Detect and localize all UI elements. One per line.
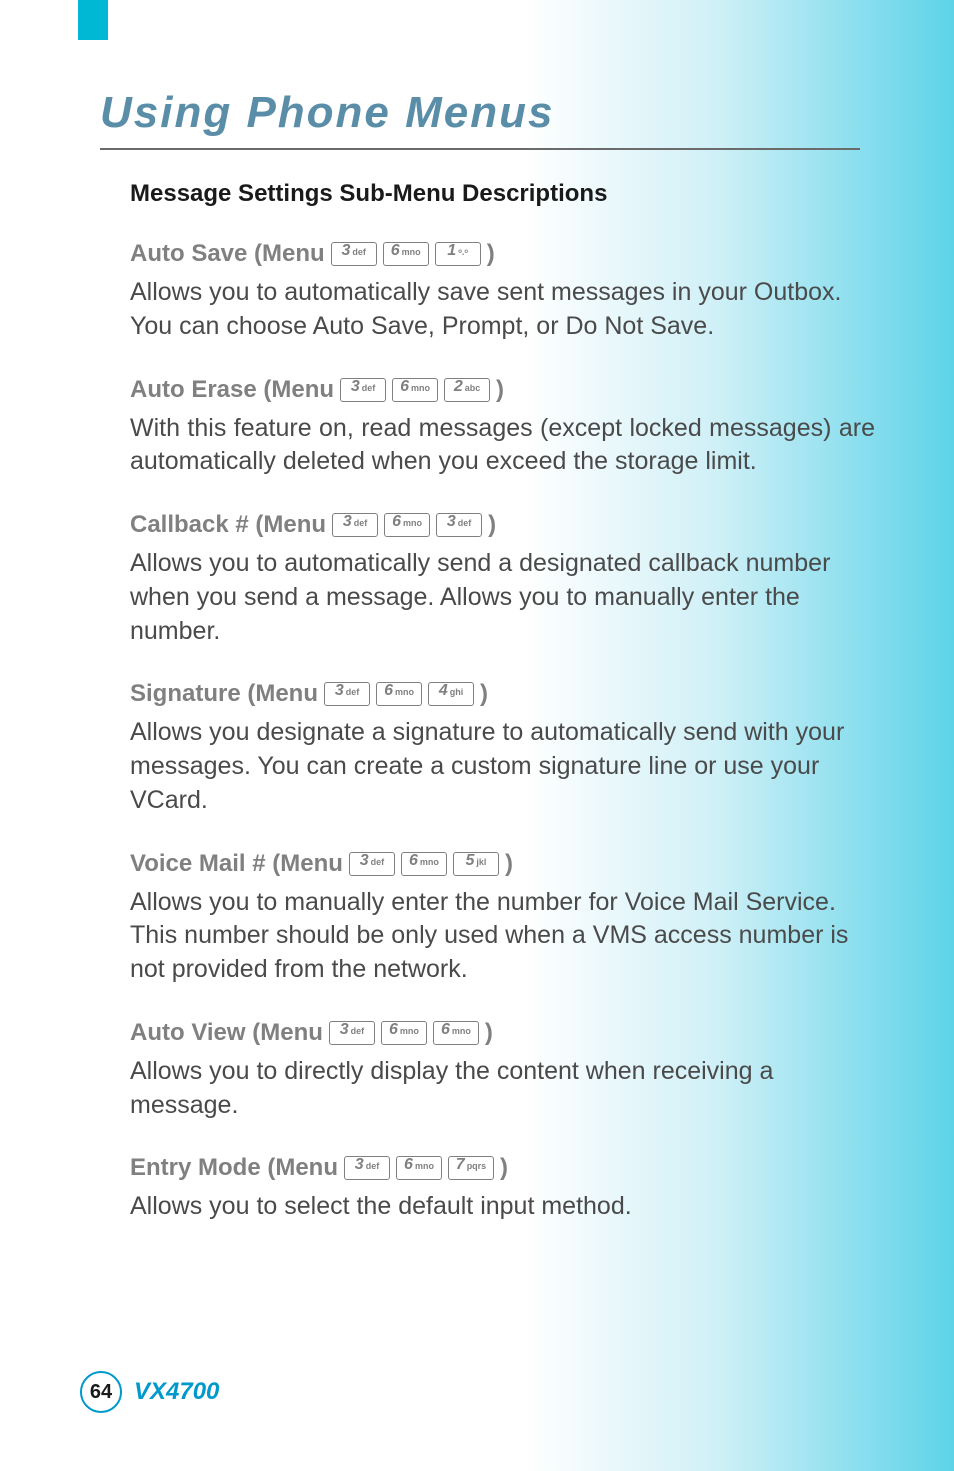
subheading-label: Auto View (Menu [130, 1019, 323, 1047]
phone-key: 3def [331, 242, 377, 266]
body-text: With this feature on, read messages (exc… [130, 412, 875, 480]
phone-key: 6mno [384, 513, 430, 537]
subheading-label: Auto Save (Menu [130, 240, 325, 268]
body-text: Allows you to select the default input m… [130, 1190, 875, 1224]
footer: 64 VX4700 [80, 1371, 219, 1413]
content-area: Message Settings Sub-Menu Descriptions A… [130, 180, 875, 1224]
phone-key: 2abc [444, 378, 490, 402]
phone-key: 3def [340, 378, 386, 402]
subheading-signature: Signature (Menu 3def 6mno 4ghi ) [130, 680, 875, 708]
phone-key: 5jkl [453, 852, 499, 876]
subheading-auto-erase: Auto Erase (Menu 3def 6mno 2abc ) [130, 376, 875, 404]
phone-key: 6mno [392, 378, 438, 402]
close-paren: ) [500, 1154, 508, 1182]
close-paren: ) [480, 680, 488, 708]
subheading-auto-view: Auto View (Menu 3def 6mno 6mno ) [130, 1019, 875, 1047]
key-sequence: 3def 6mno 7pqrs [344, 1156, 494, 1180]
phone-key: 6mno [401, 852, 447, 876]
subheading-voice-mail: Voice Mail # (Menu 3def 6mno 5jkl ) [130, 850, 875, 878]
phone-key: 3def [344, 1156, 390, 1180]
phone-key: 7pqrs [448, 1156, 494, 1180]
subheading-label: Callback # (Menu [130, 511, 326, 539]
key-sequence: 3def 6mno 1ᵒ.ᵒ [331, 242, 481, 266]
subheading-label: Signature (Menu [130, 680, 318, 708]
subheading-label: Voice Mail # (Menu [130, 850, 343, 878]
page-title: Using Phone Menus [100, 88, 554, 138]
phone-key: 3def [436, 513, 482, 537]
subheading-auto-save: Auto Save (Menu 3def 6mno 1ᵒ.ᵒ ) [130, 240, 875, 268]
close-paren: ) [505, 850, 513, 878]
close-paren: ) [485, 1019, 493, 1047]
close-paren: ) [488, 511, 496, 539]
phone-key: 6mno [376, 682, 422, 706]
key-sequence: 3def 6mno 4ghi [324, 682, 474, 706]
phone-key: 6mno [381, 1021, 427, 1045]
title-underline [100, 148, 860, 150]
key-sequence: 3def 6mno 3def [332, 513, 482, 537]
body-text: Allows you to manually enter the number … [130, 886, 875, 987]
subheading-label: Entry Mode (Menu [130, 1154, 338, 1182]
subheading-entry-mode: Entry Mode (Menu 3def 6mno 7pqrs ) [130, 1154, 875, 1182]
model-label: VX4700 [134, 1378, 219, 1406]
phone-key: 3def [332, 513, 378, 537]
body-text: Allows you designate a signature to auto… [130, 716, 875, 817]
phone-key: 1ᵒ.ᵒ [435, 242, 481, 266]
phone-key: 6mno [433, 1021, 479, 1045]
body-text: Allows you to automatically save sent me… [130, 276, 875, 344]
subheading-callback: Callback # (Menu 3def 6mno 3def ) [130, 511, 875, 539]
phone-key: 6mno [396, 1156, 442, 1180]
phone-key: 6mno [383, 242, 429, 266]
close-paren: ) [487, 240, 495, 268]
phone-key: 4ghi [428, 682, 474, 706]
body-text: Allows you to directly display the conte… [130, 1055, 875, 1123]
subheading-label: Auto Erase (Menu [130, 376, 334, 404]
section-heading: Message Settings Sub-Menu Descriptions [130, 180, 875, 208]
phone-key: 3def [329, 1021, 375, 1045]
key-sequence: 3def 6mno 5jkl [349, 852, 499, 876]
key-sequence: 3def 6mno 6mno [329, 1021, 479, 1045]
phone-key: 3def [349, 852, 395, 876]
key-sequence: 3def 6mno 2abc [340, 378, 490, 402]
page-number: 64 [80, 1371, 122, 1413]
header-tab [78, 0, 108, 40]
close-paren: ) [496, 376, 504, 404]
body-text: Allows you to automatically send a desig… [130, 547, 875, 648]
phone-key: 3def [324, 682, 370, 706]
